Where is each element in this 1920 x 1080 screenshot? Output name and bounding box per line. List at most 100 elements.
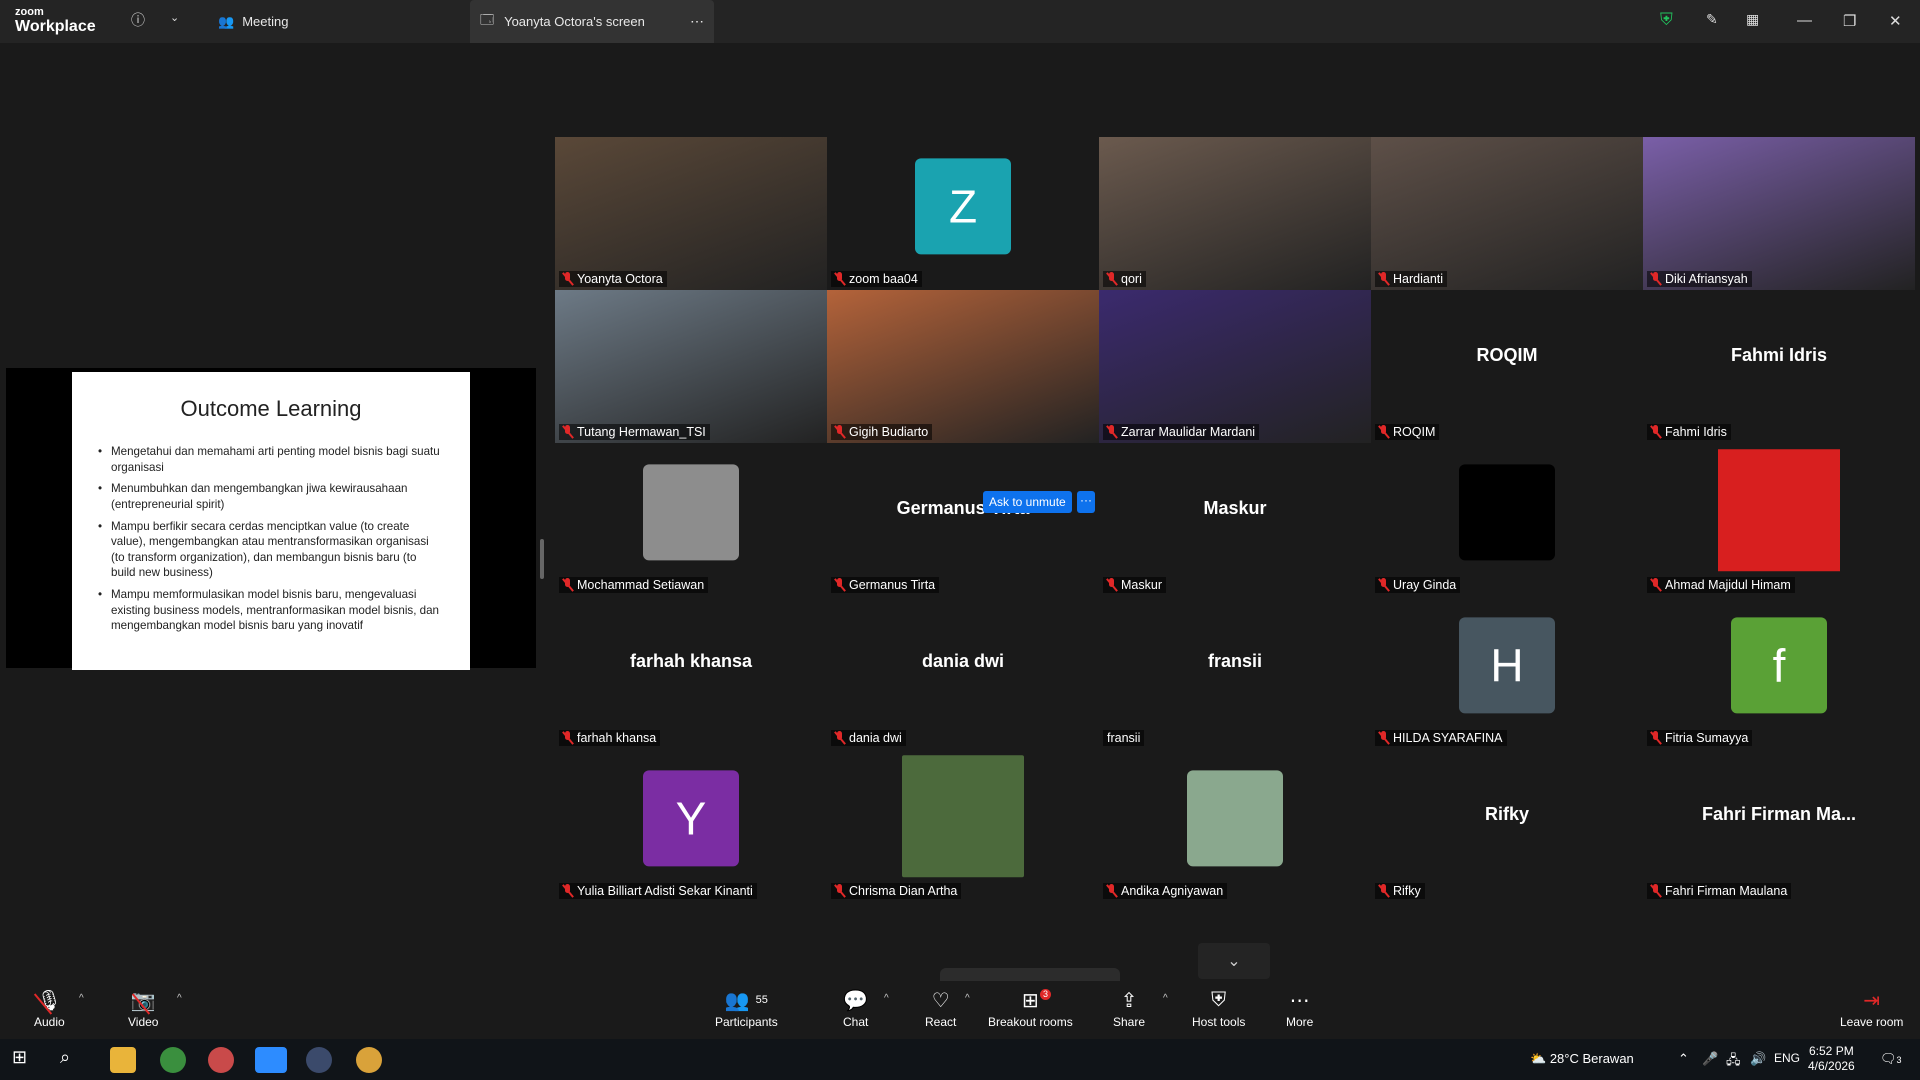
participant-name: Ahmad Majidul Himam — [1665, 578, 1791, 592]
audio-caret-icon[interactable]: ^ — [79, 993, 84, 1004]
participant-tile[interactable]: Zarrar Maulidar Mardani — [1099, 290, 1371, 443]
network-icon[interactable]: 🖧 — [1726, 1051, 1741, 1073]
more-button[interactable]: ⋯ More — [1286, 987, 1313, 1030]
restore-icon[interactable]: ❐ — [1843, 12, 1856, 30]
participant-avatar: H — [1459, 616, 1555, 713]
participant-tile[interactable]: Germanus Tirta Germanus Tirta — [827, 443, 1099, 596]
mic-tray-icon[interactable]: 🎤 — [1702, 1051, 1718, 1067]
participant-tile[interactable]: Ahmad Majidul Himam — [1643, 443, 1915, 596]
audio-button[interactable]: 🎙 Audio — [33, 987, 65, 1029]
participant-tile[interactable]: Uray Ginda — [1371, 443, 1643, 596]
tab-meeting[interactable]: 👥 Meeting — [210, 0, 360, 43]
mic-muted-icon — [834, 272, 846, 286]
participant-tile[interactable]: fransii fransii — [1099, 596, 1371, 749]
info-icon[interactable]: ⓘ — [131, 10, 145, 30]
participant-tile[interactable]: Y Yulia Billiart Adisti Sekar Kinanti — [555, 749, 827, 902]
participant-tile[interactable]: dania dwi dania dwi — [827, 596, 1099, 749]
participant-name: HILDA SYARAFINA — [1393, 731, 1503, 745]
leave-room-button[interactable]: ⇥ Leave room — [1840, 987, 1903, 1030]
breakout-rooms-button[interactable]: ⊞ 3 Breakout rooms — [988, 987, 1073, 1029]
slide-bullet: Mampu berfikir secara cerdas menciptkan … — [98, 519, 444, 582]
weather-widget[interactable]: ⛅ 28°C Berawan — [1530, 1051, 1634, 1067]
presentation-slide: Outcome Learning Mengetahui dan memahami… — [72, 372, 470, 670]
participant-name-label: Germanus Tirta — [831, 577, 940, 593]
participant-name: Yoanyta Octora — [577, 272, 663, 286]
slide-bullet: Mampu memformulasikan model bisnis baru,… — [98, 587, 444, 634]
participant-video — [1099, 137, 1371, 290]
close-icon[interactable]: ✕ — [1889, 12, 1902, 30]
chat-icon: 💬 — [843, 989, 869, 1012]
participant-tile[interactable]: ROQIM ROQIM — [1371, 290, 1643, 443]
participant-display-name: Maskur — [1203, 498, 1267, 518]
participant-tile[interactable]: Yoanyta Octora — [555, 137, 827, 290]
video-caret-icon[interactable]: ^ — [177, 993, 182, 1004]
participant-tile[interactable]: Chrisma Dian Artha — [827, 749, 1099, 902]
app-icon[interactable] — [208, 1047, 234, 1073]
participant-tile[interactable]: Rifky Rifky — [1371, 749, 1643, 902]
chat-button[interactable]: 💬 Chat — [843, 987, 869, 1030]
ask-to-unmute-button[interactable]: Ask to unmute — [983, 491, 1072, 513]
participant-tile[interactable]: Fahmi Idris Fahmi Idris — [1643, 290, 1915, 443]
more-options-icon[interactable]: ⋯ — [690, 13, 704, 30]
meeting-toolbar: 🎙 Audio ^ 📷 Video ^ 👥 55 Participants 💬 C… — [0, 981, 1920, 1039]
participant-video — [1643, 137, 1915, 290]
participant-tile[interactable]: H HILDA SYARAFINA — [1371, 596, 1643, 749]
participant-display-name: farhah khansa — [629, 651, 753, 671]
participant-video — [1371, 137, 1643, 290]
participant-tile[interactable]: Mochammad Setiawan — [555, 443, 827, 596]
chrome-profile-icon[interactable] — [356, 1047, 382, 1073]
participant-name-label: Maskur — [1103, 577, 1166, 593]
participant-tile[interactable]: Tutang Hermawan_TSI — [555, 290, 827, 443]
participant-name-label: dania dwi — [831, 730, 906, 746]
clock[interactable]: 6:52 PM 4/6/2026 — [1808, 1044, 1855, 1074]
participant-tile[interactable]: farhah khansa farhah khansa — [555, 596, 827, 749]
share-caret-icon[interactable]: ^ — [1163, 993, 1168, 1004]
language-indicator[interactable]: ENG — [1774, 1051, 1800, 1065]
react-caret-icon[interactable]: ^ — [965, 993, 970, 1004]
shield-icon[interactable]: ⛨ — [1660, 10, 1673, 30]
scroll-down-button[interactable]: ⌄ — [1198, 943, 1270, 979]
windows-start-icon[interactable]: ⊞ — [12, 1047, 38, 1073]
participant-tile[interactable]: Zzoom baa04 — [827, 137, 1099, 290]
react-button[interactable]: ♡ React — [925, 987, 956, 1030]
shared-screen: Outcome Learning Mengetahui dan memahami… — [6, 368, 536, 670]
search-icon[interactable]: ⌕ — [60, 1047, 86, 1073]
participant-video — [827, 290, 1099, 443]
video-button[interactable]: 📷 Video — [128, 987, 158, 1030]
layout-icon[interactable]: ▦ — [1746, 11, 1759, 28]
ask-more-button[interactable]: ··· — [1077, 491, 1095, 513]
volume-icon[interactable]: 🔊 — [1750, 1051, 1766, 1067]
participant-photo — [643, 463, 739, 560]
tray-chevron-icon[interactable]: ⌃ — [1678, 1051, 1689, 1067]
participant-name-label: zoom baa04 — [831, 271, 922, 287]
chevron-down-icon[interactable]: ⌄ — [170, 11, 179, 24]
mic-muted-icon — [1106, 425, 1118, 439]
panel-splitter[interactable] — [540, 539, 544, 579]
zoom-taskbar-icon[interactable] — [255, 1047, 287, 1073]
participant-name-label: Mochammad Setiawan — [559, 577, 709, 593]
pencil-icon[interactable]: ✎ — [1706, 11, 1718, 28]
camera-app-icon[interactable] — [306, 1047, 332, 1073]
chat-caret-icon[interactable]: ^ — [884, 993, 889, 1004]
tab-shared-screen[interactable]: 🗔 Yoanyta Octora's screen ⋯ — [470, 0, 714, 43]
participant-tile[interactable]: Hardianti — [1371, 137, 1643, 290]
notifications-icon[interactable]: 🗨3 — [1880, 1051, 1902, 1067]
mic-muted-icon — [1650, 425, 1662, 439]
participant-tile[interactable]: Diki Afriansyah — [1643, 137, 1915, 290]
file-explorer-icon[interactable] — [110, 1047, 136, 1073]
participant-display-name: Germanus Tirta — [896, 498, 1030, 518]
participant-tile[interactable]: Fahri Firman Ma... Fahri Firman Maulana — [1643, 749, 1915, 902]
participant-name: Tutang Hermawan_TSI — [577, 425, 706, 439]
participant-tile[interactable]: Gigih Budiarto — [827, 290, 1099, 443]
participant-tile[interactable]: f Fitria Sumayya — [1643, 596, 1915, 749]
participant-tile[interactable]: qori — [1099, 137, 1371, 290]
participant-tile[interactable]: Maskur Maskur — [1099, 443, 1371, 596]
chrome-icon[interactable] — [160, 1047, 186, 1073]
host-tools-button[interactable]: ⛨ Host tools — [1192, 987, 1245, 1030]
share-button[interactable]: ⇪ Share — [1113, 987, 1145, 1030]
participants-button[interactable]: 👥 55 Participants — [715, 987, 778, 1030]
mic-muted-icon — [1106, 578, 1118, 592]
participant-tile[interactable]: Andika Agniyawan — [1099, 749, 1371, 902]
minimize-icon[interactable]: — — [1797, 12, 1812, 29]
participant-avatar: Y — [643, 769, 739, 866]
